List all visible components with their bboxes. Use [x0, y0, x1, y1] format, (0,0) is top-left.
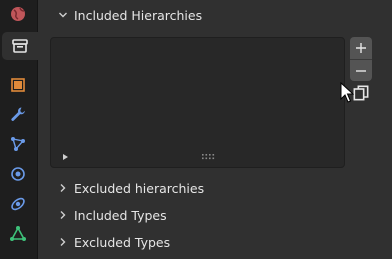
tab-world[interactable] — [2, 0, 34, 28]
constraints-icon — [11, 197, 25, 211]
tab-particles[interactable] — [2, 130, 34, 158]
panel-header-excluded-types[interactable]: Excluded Types — [58, 230, 170, 254]
copy-icon — [353, 85, 369, 101]
remove-item-button[interactable] — [350, 60, 372, 81]
tab-constraints[interactable] — [2, 190, 34, 218]
properties-content: Included Hierarchies Excluded hierarchie… — [38, 0, 392, 259]
properties-tab-bar — [0, 0, 38, 259]
tab-modifiers[interactable] — [2, 100, 34, 128]
object-data-icon — [10, 226, 26, 241]
world-icon — [11, 7, 25, 21]
panel-title: Included Hierarchies — [74, 7, 203, 23]
panel-title: Excluded Types — [74, 234, 171, 250]
resize-grip-icon[interactable] — [202, 154, 215, 160]
panel-header-excluded-hierarchies[interactable]: Excluded hierarchies — [58, 176, 204, 200]
particles-icon — [11, 137, 25, 151]
object-icon — [11, 78, 25, 92]
chevron-down-icon — [59, 12, 67, 18]
chevron-right-icon — [60, 184, 66, 192]
chevron-right-icon — [60, 238, 66, 246]
collection-icon — [12, 39, 28, 53]
wrench-icon — [11, 107, 25, 121]
tab-object-data[interactable] — [2, 220, 34, 248]
add-item-button[interactable] — [350, 37, 372, 60]
mouse-cursor-icon — [340, 82, 354, 103]
minus-icon — [356, 69, 366, 72]
panel-title: Included Types — [74, 207, 167, 223]
included-hierarchies-list[interactable] — [50, 37, 345, 168]
physics-icon — [11, 167, 25, 181]
tab-collection[interactable] — [2, 32, 38, 60]
panel-title: Excluded hierarchies — [74, 180, 205, 196]
play-icon[interactable] — [60, 152, 70, 162]
tab-object[interactable] — [2, 71, 34, 99]
plus-icon — [356, 43, 366, 53]
chevron-right-icon — [60, 211, 66, 219]
panel-header-included-types[interactable]: Included Types — [58, 203, 167, 227]
tab-physics[interactable] — [2, 160, 34, 188]
panel-header-included-hierarchies[interactable]: Included Hierarchies — [58, 3, 202, 27]
